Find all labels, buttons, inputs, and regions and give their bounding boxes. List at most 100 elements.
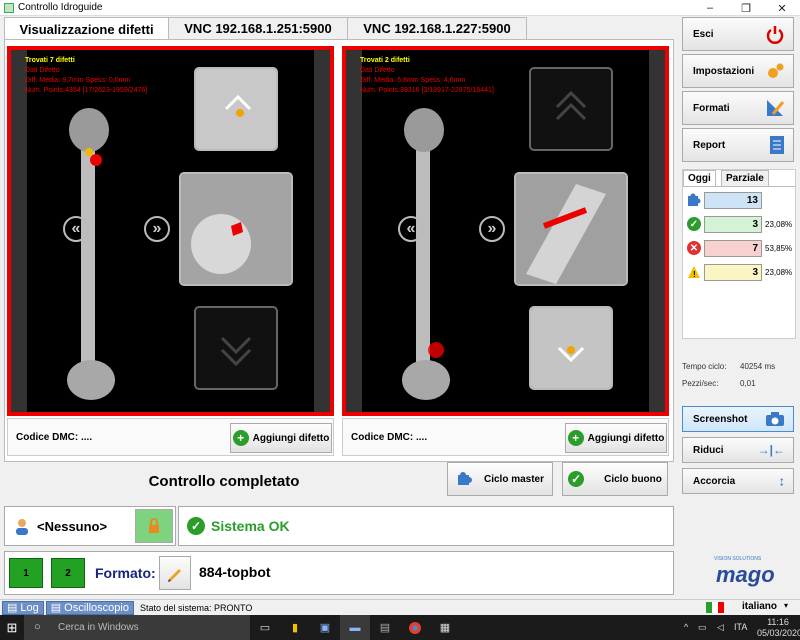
log-button[interactable]: ▤ Log [2,600,44,615]
screenshot-button[interactable]: Screenshot [682,406,794,432]
format-value: 884-topbot [199,564,271,580]
previous-defect-button[interactable]: « [398,216,424,242]
network-icon[interactable]: ▭ [698,622,707,633]
app-icon-2[interactable]: ▬ [340,615,370,640]
format-label: Formato: [95,565,156,581]
defect-count: Trovati 2 difetti [360,57,410,64]
defect-thumbnail-main[interactable] [179,172,293,286]
chevron-down-icon[interactable]: ▾ [784,601,788,610]
status-bar: ▤ Log ▤ Oscilloscopio Stato del sistema: P… [0,599,800,615]
report-button[interactable]: Report [682,128,794,162]
vertical-arrows-icon: ↕ [778,473,786,489]
pieces-per-sec-label: Pezzi/sec: [682,379,719,388]
formats-button[interactable]: Formati [682,91,794,125]
next-defect-button[interactable]: » [479,216,505,242]
tab-oggi[interactable]: Oggi [683,170,716,186]
task-view-icon[interactable]: ▭ [250,615,280,640]
login-button[interactable] [135,509,173,543]
defect-thumbnail-bottom[interactable] [529,306,613,390]
stat-warn-value: 3 [704,263,762,281]
ciclo-master-button[interactable]: Ciclo master [447,462,553,496]
tab-parziale[interactable]: Parziale [721,170,769,186]
clock-time[interactable]: 11:16 [757,617,799,627]
defect-pane-right: Trovati 2 difetti Dati Difetto Diff. Med… [342,46,669,456]
oscilloscope-button[interactable]: ▤ Oscilloscopio [45,600,134,615]
italy-flag-icon [706,602,724,613]
part-3d-model [402,108,450,400]
logo-text: mago [716,562,775,587]
format-panel: 1 2 Formato: 884-topbot [4,551,674,595]
add-defect-label: Aggiungi difetto [587,432,665,444]
camera-icon [766,412,784,426]
shorten-button[interactable]: Accorcia ↕ [682,468,794,494]
app-icon-4[interactable]: ▦ [430,615,460,640]
check-icon: ✓ [568,471,585,487]
format-slot-2-button[interactable]: 2 [51,558,85,588]
defect-viewer-left: Trovati 7 difetti Dati Difetto Diff. Med… [7,46,334,416]
report-label: Report [693,139,726,151]
system-status-text: Sistema OK [211,518,290,534]
defect-thumbnail-main[interactable] [514,172,628,286]
language-select[interactable]: italiano [742,601,777,612]
input-language[interactable]: ITA [734,622,747,632]
windows-start-icon[interactable]: ⊞ [0,615,24,640]
previous-defect-button[interactable]: « [63,216,89,242]
user-panel: <Nessuno> [4,506,176,546]
user-name: <Nessuno> [37,518,108,534]
format-slot-1-button[interactable]: 1 [9,558,43,588]
clock-date[interactable]: 05/03/2020 [757,628,800,638]
puzzle-icon [457,472,472,485]
defect-thumbnail-empty[interactable] [194,306,278,390]
add-defect-button[interactable]: + Aggiungi difetto [565,423,667,453]
defect-title: Dati Difetto [360,67,395,74]
ciclo-buono-button[interactable]: ✓ Ciclo buono [562,462,668,496]
user-icon [16,519,28,535]
right-panel: Esci Impostazioni Formati Report Oggi Pa… [680,17,800,599]
pieces-per-sec-value: 0,01 [740,379,756,388]
settings-label: Impostazioni [693,65,755,77]
oscilloscope-icon: ▤ [50,602,62,614]
tab-vnc-227[interactable]: VNC 192.168.1.227:5900 [347,17,527,39]
stat-ok-percent: 23,08% [765,219,793,229]
log-label: Log [20,601,39,614]
add-defect-button[interactable]: + Aggiungi difetto [230,423,332,453]
app-icon-1[interactable]: ▣ [310,615,340,640]
tab-bar: Visualizzazione difetti VNC 192.168.1.25… [4,17,527,40]
power-icon [766,26,784,44]
settings-button[interactable]: Impostazioni [682,54,794,88]
stat-ko-row: ✕ 7 53,85% [687,238,797,258]
stat-total-row: 13 [687,190,797,210]
cycle-time-label: Tempo ciclo: [682,362,727,371]
svg-text:!: ! [693,270,696,279]
edit-format-button[interactable] [159,556,191,590]
chrome-icon[interactable] [400,615,430,640]
volume-icon[interactable]: ◁ [717,622,724,633]
next-defect-button[interactable]: » [144,216,170,242]
window-title: Controllo Idroguide [18,2,103,13]
defect-count: Trovati 7 difetti [25,57,75,64]
defect-thumbnail-top[interactable] [194,67,278,151]
file-explorer-icon[interactable]: ▮ [280,615,310,640]
screenshot-label: Screenshot [693,413,748,425]
exit-button[interactable]: Esci [682,17,794,51]
stat-ok-value: 3 [704,215,762,233]
stat-total-value: 13 [704,191,762,209]
search-placeholder: Cerca in Windows [58,622,139,633]
gears-icon [768,63,784,78]
exit-label: Esci [693,28,714,40]
tray-chevron-icon[interactable]: ^ [684,622,688,632]
tab-vnc-251[interactable]: VNC 192.168.1.251:5900 [168,17,348,39]
defect-thumbnail-empty[interactable] [529,67,613,151]
taskbar-search[interactable]: ○ Cerca in Windows [24,615,250,640]
dmc-label: Codice DMC: .... [16,431,93,443]
ruler-pencil-icon [767,100,785,116]
stat-warn-percent: 23,08% [765,267,793,277]
app-icon-3[interactable]: ▤ [370,615,400,640]
reduce-button[interactable]: Riduci →|← [682,437,794,463]
reduce-label: Riduci [693,444,724,456]
minimize-button[interactable]: – [692,0,728,16]
close-button[interactable]: ✕ [764,0,800,16]
maximize-button[interactable]: ❐ [728,0,764,16]
stat-warn-row: ! 3 23,08% [687,262,797,282]
tab-visualizzazione-difetti[interactable]: Visualizzazione difetti [4,17,169,40]
